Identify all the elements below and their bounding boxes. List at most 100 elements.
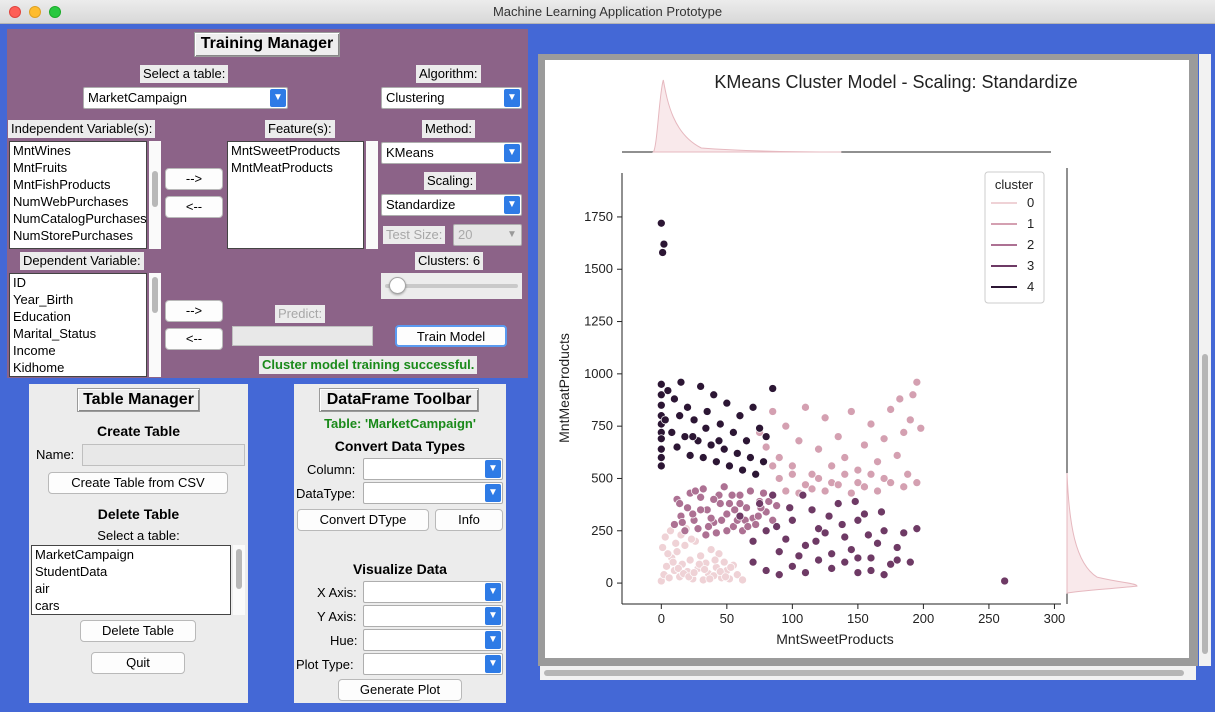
- data-point: [706, 513, 716, 523]
- method-select[interactable]: KMeans ▼: [381, 142, 522, 164]
- generate-plot-button[interactable]: Generate Plot: [338, 679, 462, 701]
- delete-table-list[interactable]: MarketCampaign StudentData air cars: [31, 545, 231, 615]
- list-item[interactable]: NumWebPurchases: [10, 193, 146, 210]
- independent-vars-list[interactable]: MntWines MntFruits MntFishProducts NumWe…: [9, 141, 147, 249]
- algorithm-select[interactable]: Clustering ▼: [381, 87, 522, 109]
- data-point: [722, 526, 732, 536]
- scaling-select[interactable]: Standardize ▼: [381, 194, 522, 216]
- data-point: [680, 432, 690, 441]
- slider-thumb[interactable]: [389, 277, 406, 294]
- remove-feature-button[interactable]: <--: [165, 196, 223, 218]
- add-target-button[interactable]: -->: [165, 300, 223, 322]
- table-name-label: Name:: [36, 447, 75, 462]
- list-item[interactable]: Education: [10, 308, 146, 325]
- data-point: [833, 480, 843, 490]
- data-point: [879, 526, 889, 536]
- data-point: [680, 541, 690, 550]
- data-point: [738, 575, 747, 585]
- data-point: [656, 379, 666, 389]
- list-item[interactable]: Year_Birth: [10, 291, 146, 308]
- data-point: [866, 566, 876, 575]
- train-model-button[interactable]: Train Model: [395, 325, 507, 347]
- list-item[interactable]: MntFishProducts: [10, 176, 146, 193]
- delete-table-button[interactable]: Delete Table: [80, 620, 196, 642]
- data-point: [853, 515, 863, 525]
- plot-vertical-scrollbar[interactable]: [1199, 54, 1211, 666]
- delete-table-title: Delete Table: [97, 506, 180, 522]
- data-point: [866, 419, 876, 429]
- list-item[interactable]: air: [32, 580, 230, 597]
- data-point: [879, 570, 889, 580]
- data-point: [801, 568, 810, 577]
- data-point: [704, 522, 713, 531]
- quit-button[interactable]: Quit: [91, 652, 185, 674]
- list-item[interactable]: Income: [10, 342, 146, 359]
- right-kde-curve: [1066, 473, 1138, 594]
- plot-type-select[interactable]: ▼: [363, 653, 503, 675]
- data-point: [761, 526, 771, 536]
- data-point: [672, 547, 682, 557]
- predict-input[interactable]: [232, 326, 373, 346]
- data-point: [774, 570, 784, 580]
- list-item[interactable]: StudentData: [32, 563, 230, 580]
- data-point: [873, 486, 882, 496]
- data-point: [768, 490, 778, 500]
- delete-table-scrollbar[interactable]: [233, 545, 245, 615]
- data-point: [717, 515, 726, 525]
- list-item[interactable]: ID: [10, 274, 146, 291]
- data-point: [670, 394, 679, 404]
- clusters-slider[interactable]: [381, 273, 522, 299]
- list-item[interactable]: cars: [32, 597, 230, 614]
- data-point: [827, 564, 837, 573]
- list-item[interactable]: Marital_Status: [10, 325, 146, 342]
- list-item[interactable]: NumStorePurchases: [10, 227, 146, 244]
- list-item[interactable]: MntWines: [10, 142, 146, 159]
- data-point: [912, 524, 922, 534]
- test-size-select[interactable]: 20 ▼: [453, 224, 522, 246]
- table-manager-panel: Table Manager Create Table Name: Create …: [29, 384, 248, 703]
- hue-select[interactable]: ▼: [363, 629, 503, 651]
- table-name-input[interactable]: [82, 444, 245, 466]
- x-tick-label: 300: [1044, 611, 1066, 626]
- clusters-label: Clusters: 6: [415, 252, 484, 270]
- features-scrollbar[interactable]: [366, 141, 378, 249]
- data-point: [735, 499, 745, 508]
- data-point: [687, 534, 696, 544]
- dependent-var-list[interactable]: ID Year_Birth Education Marital_Status I…: [9, 273, 147, 377]
- x-axis-select[interactable]: ▼: [363, 581, 503, 603]
- independent-vars-label: Independent Variable(s):: [8, 120, 156, 138]
- datatype-select[interactable]: ▼: [363, 482, 503, 504]
- list-item[interactable]: Kidhome: [10, 359, 146, 376]
- create-table-button[interactable]: Create Table from CSV: [48, 472, 228, 494]
- list-item[interactable]: MntSweetProducts: [228, 142, 363, 159]
- column-select[interactable]: ▼: [363, 458, 503, 480]
- data-point: [656, 400, 666, 410]
- y-axis-select[interactable]: ▼: [363, 605, 503, 627]
- current-table-label: Table: 'MarketCampaign': [324, 416, 476, 431]
- list-item[interactable]: MntFruits: [10, 159, 146, 176]
- data-point: [860, 482, 869, 492]
- list-item[interactable]: NumCatalogPurchases: [10, 210, 146, 227]
- list-item[interactable]: MntMeatProducts: [228, 159, 363, 176]
- independent-vars-scrollbar[interactable]: [149, 141, 161, 249]
- convert-dtype-button[interactable]: Convert DType: [297, 509, 429, 531]
- features-list[interactable]: MntSweetProducts MntMeatProducts: [227, 141, 364, 249]
- data-point: [691, 486, 700, 496]
- chevron-down-icon: ▼: [485, 484, 501, 502]
- data-point: [719, 557, 729, 567]
- remove-target-button[interactable]: <--: [165, 328, 223, 350]
- x-tick-label: 50: [720, 611, 734, 626]
- add-feature-button[interactable]: -->: [165, 168, 223, 190]
- info-button[interactable]: Info: [435, 509, 503, 531]
- dependent-var-scrollbar[interactable]: [149, 273, 161, 377]
- list-item[interactable]: MarketCampaign: [32, 546, 230, 563]
- table-select[interactable]: MarketCampaign ▼: [83, 87, 288, 109]
- data-point: [751, 520, 761, 529]
- data-point: [768, 461, 778, 471]
- window-title: Machine Learning Application Prototype: [492, 4, 723, 19]
- select-table-label: Select a table:: [140, 65, 229, 83]
- data-point: [781, 486, 791, 496]
- data-point: [772, 501, 781, 511]
- data-point: [751, 469, 761, 479]
- plot-horizontal-scrollbar[interactable]: [540, 666, 1196, 680]
